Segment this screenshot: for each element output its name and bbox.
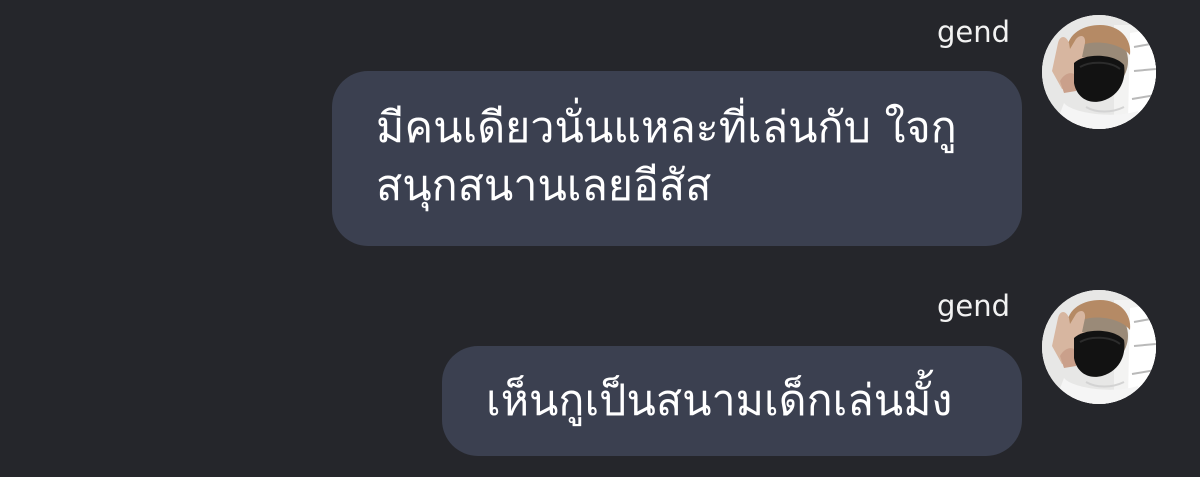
avatar-image <box>1042 15 1156 129</box>
sender-name: gend <box>936 15 1010 49</box>
message-bubble[interactable]: มีคนเดียวนั่นแหละที่เล่นกับ ใจกู สนุกสนา… <box>332 71 1022 246</box>
message-text: มีคนเดียวนั่นแหละที่เล่นกับ ใจกู สนุกสนา… <box>376 103 957 211</box>
message-text: เห็นกูเป็นสนามเด็กเล่นมั้ง <box>486 376 953 426</box>
avatar-image <box>1042 290 1156 404</box>
avatar[interactable] <box>1042 15 1156 129</box>
message-bubble[interactable]: เห็นกูเป็นสนามเด็กเล่นมั้ง <box>442 346 1022 456</box>
avatar[interactable] <box>1042 290 1156 404</box>
sender-name: gend <box>936 289 1010 323</box>
